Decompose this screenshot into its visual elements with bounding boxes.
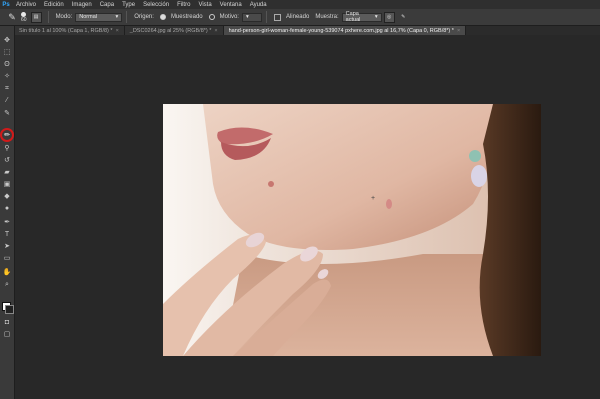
origin-sampled-label: Muestreado [170,14,203,20]
eraser-icon[interactable]: ▰ [2,168,12,177]
shape-icon[interactable]: ▭ [2,254,12,263]
mode-value: Normal [79,14,97,20]
menu-type[interactable]: Type [118,2,139,8]
menu-imagen[interactable]: Imagen [68,2,96,8]
hand-icon[interactable]: ✋ [2,268,12,277]
separator [47,11,49,23]
marquee-icon[interactable]: ⬚ [2,48,12,57]
origin-pattern-label: Motivo: [219,14,239,20]
tab-sin-titulo[interactable]: Sin título 1 al 100% (Capa 1, RGB/8) * × [14,26,125,35]
tools-panel: ✥ ⬚ ʘ ✧ ⌗ ⁄ ✎ ✏ ⚲ ↺ ▰ ▣ ◆ ● ✒ T ➤ ▭ ✋ ⌕ … [0,26,15,399]
dropdown-arrow-icon: ▾ [245,14,249,20]
document-canvas[interactable]: + [163,104,541,356]
sample-value: Capa actual [345,11,361,23]
document-tabs: Sin título 1 al 100% (Capa 1, RGB/8) * × … [14,26,600,35]
menu-edicion[interactable]: Edición [40,2,68,8]
menu-bar: Ps Archivo Edición Imagen Capa Type Sele… [0,0,600,9]
crosshair-cursor-icon: + [371,195,376,202]
origin-pattern-radio[interactable] [208,14,215,20]
tab-hand-person[interactable]: hand-person-girl-woman-female-young-5390… [223,26,467,35]
tab-label: hand-person-girl-woman-female-young-5390… [228,27,454,34]
close-icon[interactable]: × [116,28,119,34]
dodge-icon[interactable]: ● [2,204,12,213]
move-icon[interactable]: ✥ [2,36,12,45]
menu-ayuda[interactable]: Ayuda [246,2,271,8]
mode-label: Modo: [55,14,73,20]
brush-icon[interactable]: ✏ [2,131,12,140]
menu-seleccion[interactable]: Selección [139,2,173,8]
photoshop-logo: Ps [2,1,10,8]
menu-ventana[interactable]: Ventana [216,2,246,8]
lasso-icon[interactable]: ʘ [2,60,12,69]
separator [126,11,128,23]
photo-image [163,104,541,356]
sample-label: Muestra: [315,14,339,20]
mode-select[interactable]: Normal ▾ [75,12,123,22]
sample-select[interactable]: Capa actual ▾ [341,11,382,23]
clone-stamp-icon[interactable]: ⚲ [2,144,12,153]
current-tool-icon[interactable]: ✎ [5,11,19,24]
dropdown-arrow-icon: ▾ [115,14,119,20]
separator [265,11,267,23]
menu-archivo[interactable]: Archivo [12,2,40,8]
pattern-picker[interactable]: ▾ [241,12,262,22]
tab-label: Sin título 1 al 100% (Capa 1, RGB/8) * [19,27,113,34]
gradient-icon[interactable]: ▣ [2,180,12,189]
crop-icon[interactable]: ⌗ [2,84,12,93]
brush-preset-picker[interactable]: 60 [21,11,27,23]
brush-size-value: 60 [21,16,27,23]
path-select-icon[interactable]: ➤ [2,242,12,251]
brush-panel-toggle-icon[interactable]: ▤ [30,11,42,23]
tab-label: _DSC0264.jpg al 25% (RGB/8*) * [129,27,212,34]
dropdown-arrow-icon: ▾ [374,14,378,20]
history-brush-icon[interactable]: ↺ [2,156,12,165]
screen-mode-icon[interactable]: ▢ [2,330,12,339]
close-icon[interactable]: × [214,28,217,34]
type-icon[interactable]: T [2,230,12,239]
eyedropper-icon[interactable]: ⁄ [2,96,12,105]
zoom-icon[interactable]: ⌕ [2,280,12,289]
origin-label: Origen: [134,14,154,20]
ignore-adjustment-layers-icon[interactable]: ◎ [383,11,395,23]
aligned-checkbox[interactable] [273,13,281,21]
menu-capa[interactable]: Capa [96,2,118,8]
quick-select-icon[interactable]: ✧ [2,72,12,81]
quick-mask-icon[interactable]: ◘ [2,318,12,327]
origin-sampled-radio[interactable] [159,14,166,20]
aligned-label: Alineado [285,14,310,20]
spot-healing-icon[interactable]: ✎ [2,109,12,118]
menu-vista[interactable]: Vista [194,2,215,8]
options-bar: ✎ 60 ▤ Modo: Normal ▾ Origen: Muestreado… [0,9,600,26]
tab-dsc0264[interactable]: _DSC0264.jpg al 25% (RGB/8*) * × [124,26,224,35]
pen-icon[interactable]: ✒ [2,218,12,227]
blur-icon[interactable]: ◆ [2,192,12,201]
menu-filtro[interactable]: Filtro [173,2,194,8]
close-icon[interactable]: × [457,28,460,34]
background-color-swatch[interactable] [5,305,14,314]
pressure-icon[interactable]: ✎ [398,12,408,22]
